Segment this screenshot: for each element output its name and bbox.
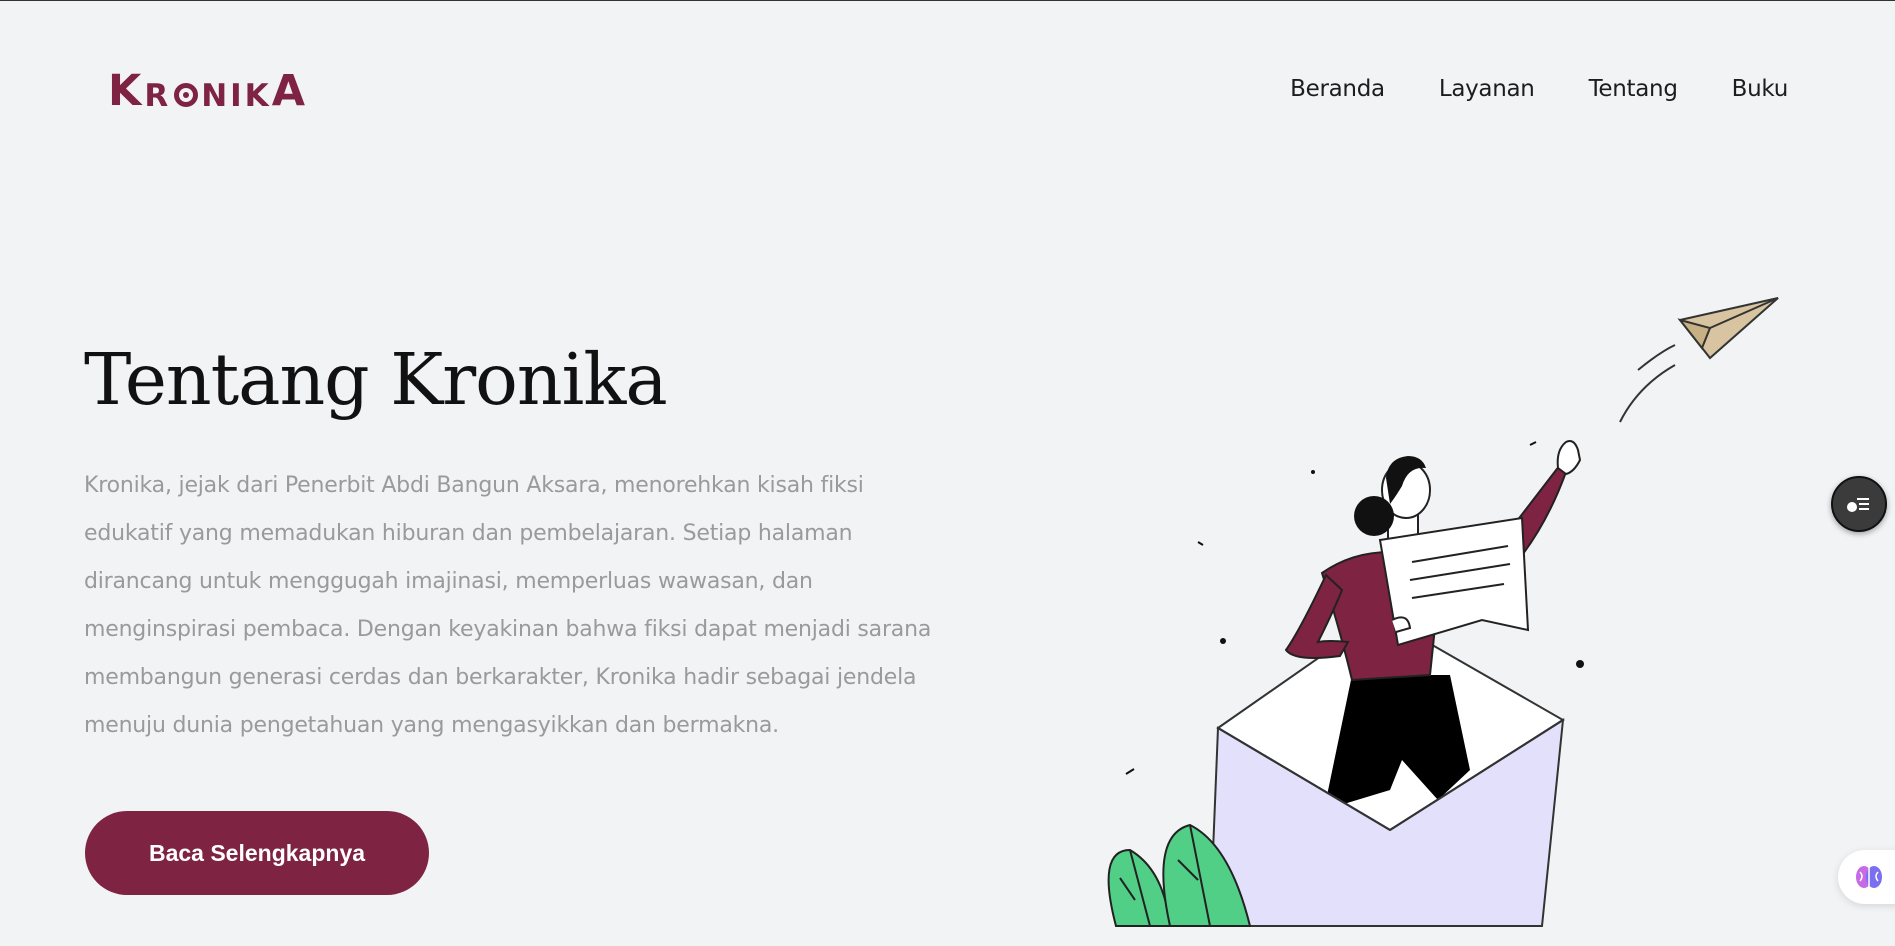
brain-icon xyxy=(1856,866,1882,888)
ai-assistant-button[interactable] xyxy=(1838,850,1895,904)
table-of-contents-button[interactable] xyxy=(1831,476,1887,532)
nav-beranda[interactable]: Beranda xyxy=(1290,76,1385,102)
read-more-button[interactable]: Baca Selengkapnya xyxy=(85,811,429,895)
top-border xyxy=(0,0,1895,1)
nav-tentang[interactable]: Tentang xyxy=(1589,76,1678,102)
nav-layanan[interactable]: Layanan xyxy=(1439,76,1535,102)
kronika-logo[interactable]: K R NIK A xyxy=(108,70,308,113)
list-icon xyxy=(1847,498,1869,512)
nav-buku[interactable]: Buku xyxy=(1732,76,1789,102)
hero-description: Kronika, jejak dari Penerbit Abdi Bangun… xyxy=(84,473,932,738)
main-nav: Beranda Layanan Tentang Buku xyxy=(1290,76,1788,102)
letter-card xyxy=(1378,516,1530,647)
page-title: Tentang Kronika xyxy=(84,338,668,421)
hero-illustration xyxy=(1090,290,1810,946)
paper-plane-icon xyxy=(1677,297,1779,360)
